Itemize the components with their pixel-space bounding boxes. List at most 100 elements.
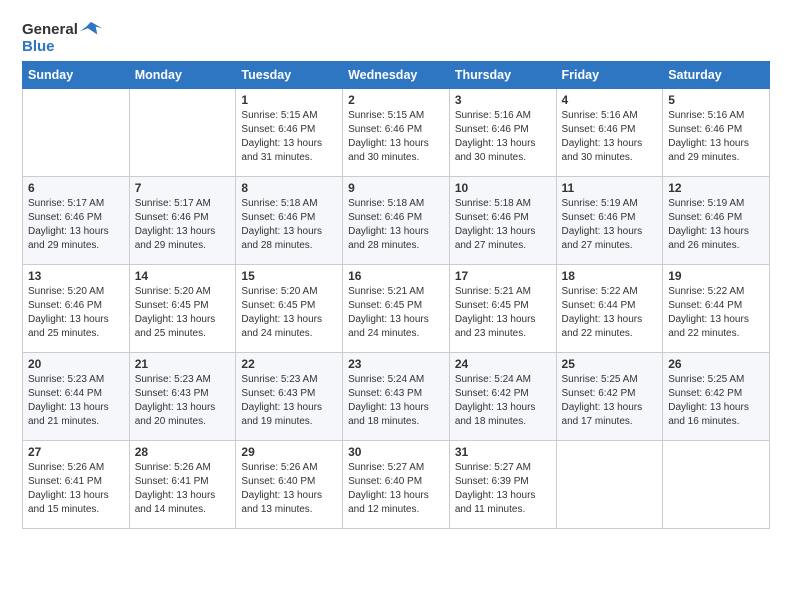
day-number: 3: [455, 93, 551, 107]
day-info: Sunrise: 5:25 AM Sunset: 6:42 PM Dayligh…: [668, 373, 764, 429]
day-number: 18: [562, 269, 658, 283]
day-number: 7: [135, 181, 231, 195]
page: General Blue SundayMondayTuesdayWednesda…: [0, 0, 792, 612]
calendar-cell: 19 Sunrise: 5:22 AM Sunset: 6:44 PM Dayli…: [663, 265, 770, 353]
calendar-cell: 31 Sunrise: 5:27 AM Sunset: 6:39 PM Dayli…: [449, 441, 556, 529]
day-info: Sunrise: 5:27 AM Sunset: 6:39 PM Dayligh…: [455, 461, 551, 517]
calendar-cell: 5Sunrise: 5:16 AM Sunset: 6:46 PM Daylig…: [663, 89, 770, 177]
day-info: Sunrise: 5:23 AM Sunset: 6:44 PM Dayligh…: [28, 373, 124, 429]
day-number: 9: [348, 181, 444, 195]
calendar-cell: 25 Sunrise: 5:25 AM Sunset: 6:42 PM Dayli…: [556, 353, 663, 441]
day-number: 5: [668, 93, 764, 107]
logo-blue-text: Blue: [22, 38, 102, 55]
calendar-cell: 23 Sunrise: 5:24 AM Sunset: 6:43 PM Dayli…: [343, 353, 450, 441]
calendar-cell: 4Sunrise: 5:16 AM Sunset: 6:46 PM Daylig…: [556, 89, 663, 177]
day-number: 16: [348, 269, 444, 283]
calendar-cell: 7 Sunrise: 5:17 AM Sunset: 6:46 PM Daylig…: [129, 177, 236, 265]
day-number: 27: [28, 445, 124, 459]
day-number: 28: [135, 445, 231, 459]
logo-general-text: General: [22, 21, 78, 38]
day-info: Sunrise: 5:18 AM Sunset: 6:46 PM Dayligh…: [455, 197, 551, 253]
day-info: Sunrise: 5:18 AM Sunset: 6:46 PM Dayligh…: [241, 197, 337, 253]
calendar-cell: [663, 441, 770, 529]
day-info: Sunrise: 5:22 AM Sunset: 6:44 PM Dayligh…: [668, 285, 764, 341]
day-number: 1: [241, 93, 337, 107]
weekday-header-saturday: Saturday: [663, 62, 770, 89]
calendar-cell: 16 Sunrise: 5:21 AM Sunset: 6:45 PM Dayli…: [343, 265, 450, 353]
header: General Blue: [22, 18, 770, 55]
day-info: Sunrise: 5:22 AM Sunset: 6:44 PM Dayligh…: [562, 285, 658, 341]
day-number: 19: [668, 269, 764, 283]
day-number: 30: [348, 445, 444, 459]
day-number: 24: [455, 357, 551, 371]
calendar-cell: 30 Sunrise: 5:27 AM Sunset: 6:40 PM Dayli…: [343, 441, 450, 529]
day-info: Sunrise: 5:15 AM Sunset: 6:46 PM Dayligh…: [348, 109, 444, 165]
weekday-header-tuesday: Tuesday: [236, 62, 343, 89]
day-info: Sunrise: 5:15 AM Sunset: 6:46 PM Dayligh…: [241, 109, 337, 165]
day-number: 26: [668, 357, 764, 371]
day-info: Sunrise: 5:17 AM Sunset: 6:46 PM Dayligh…: [135, 197, 231, 253]
day-info: Sunrise: 5:21 AM Sunset: 6:45 PM Dayligh…: [455, 285, 551, 341]
calendar-cell: 9Sunrise: 5:18 AM Sunset: 6:46 PM Daylig…: [343, 177, 450, 265]
day-number: 20: [28, 357, 124, 371]
calendar-cell: 12 Sunrise: 5:19 AM Sunset: 6:46 PM Dayli…: [663, 177, 770, 265]
day-info: Sunrise: 5:16 AM Sunset: 6:46 PM Dayligh…: [455, 109, 551, 165]
calendar-cell: 18 Sunrise: 5:22 AM Sunset: 6:44 PM Dayli…: [556, 265, 663, 353]
calendar-cell: 14Sunrise: 5:20 AM Sunset: 6:45 PM Dayli…: [129, 265, 236, 353]
calendar-cell: 3 Sunrise: 5:16 AM Sunset: 6:46 PM Daylig…: [449, 89, 556, 177]
calendar-cell: [23, 89, 130, 177]
calendar-cell: 22 Sunrise: 5:23 AM Sunset: 6:43 PM Dayli…: [236, 353, 343, 441]
day-number: 21: [135, 357, 231, 371]
day-info: Sunrise: 5:23 AM Sunset: 6:43 PM Dayligh…: [135, 373, 231, 429]
day-info: Sunrise: 5:19 AM Sunset: 6:46 PM Dayligh…: [562, 197, 658, 253]
weekday-header-thursday: Thursday: [449, 62, 556, 89]
calendar-cell: [556, 441, 663, 529]
day-info: Sunrise: 5:25 AM Sunset: 6:42 PM Dayligh…: [562, 373, 658, 429]
calendar-week-row: 1 Sunrise: 5:15 AM Sunset: 6:46 PM Daylig…: [23, 89, 770, 177]
day-info: Sunrise: 5:21 AM Sunset: 6:45 PM Dayligh…: [348, 285, 444, 341]
calendar-cell: 6Sunrise: 5:17 AM Sunset: 6:46 PM Daylig…: [23, 177, 130, 265]
day-info: Sunrise: 5:19 AM Sunset: 6:46 PM Dayligh…: [668, 197, 764, 253]
day-number: 29: [241, 445, 337, 459]
day-number: 11: [562, 181, 658, 195]
calendar-cell: 21 Sunrise: 5:23 AM Sunset: 6:43 PM Dayli…: [129, 353, 236, 441]
weekday-header-sunday: Sunday: [23, 62, 130, 89]
weekday-header-friday: Friday: [556, 62, 663, 89]
calendar-cell: 11 Sunrise: 5:19 AM Sunset: 6:46 PM Dayli…: [556, 177, 663, 265]
day-number: 8: [241, 181, 337, 195]
calendar-cell: 20 Sunrise: 5:23 AM Sunset: 6:44 PM Dayli…: [23, 353, 130, 441]
logo: General Blue: [22, 18, 102, 55]
calendar-cell: 2 Sunrise: 5:15 AM Sunset: 6:46 PM Daylig…: [343, 89, 450, 177]
day-number: 25: [562, 357, 658, 371]
day-info: Sunrise: 5:26 AM Sunset: 6:41 PM Dayligh…: [135, 461, 231, 517]
day-number: 22: [241, 357, 337, 371]
calendar-cell: 8 Sunrise: 5:18 AM Sunset: 6:46 PM Daylig…: [236, 177, 343, 265]
calendar-week-row: 27 Sunrise: 5:26 AM Sunset: 6:41 PM Dayli…: [23, 441, 770, 529]
day-number: 17: [455, 269, 551, 283]
calendar-cell: [129, 89, 236, 177]
day-number: 6: [28, 181, 124, 195]
day-number: 23: [348, 357, 444, 371]
day-info: Sunrise: 5:20 AM Sunset: 6:45 PM Dayligh…: [241, 285, 337, 341]
day-number: 31: [455, 445, 551, 459]
calendar-cell: 13Sunrise: 5:20 AM Sunset: 6:46 PM Dayli…: [23, 265, 130, 353]
calendar-cell: 28 Sunrise: 5:26 AM Sunset: 6:41 PM Dayli…: [129, 441, 236, 529]
calendar-week-row: 20 Sunrise: 5:23 AM Sunset: 6:44 PM Dayli…: [23, 353, 770, 441]
day-info: Sunrise: 5:23 AM Sunset: 6:43 PM Dayligh…: [241, 373, 337, 429]
day-info: Sunrise: 5:26 AM Sunset: 6:41 PM Dayligh…: [28, 461, 124, 517]
calendar-cell: 27 Sunrise: 5:26 AM Sunset: 6:41 PM Dayli…: [23, 441, 130, 529]
day-number: 15: [241, 269, 337, 283]
day-info: Sunrise: 5:27 AM Sunset: 6:40 PM Dayligh…: [348, 461, 444, 517]
weekday-header-monday: Monday: [129, 62, 236, 89]
day-info: Sunrise: 5:24 AM Sunset: 6:42 PM Dayligh…: [455, 373, 551, 429]
calendar-week-row: 13Sunrise: 5:20 AM Sunset: 6:46 PM Dayli…: [23, 265, 770, 353]
weekday-header-wednesday: Wednesday: [343, 62, 450, 89]
day-info: Sunrise: 5:20 AM Sunset: 6:46 PM Dayligh…: [28, 285, 124, 341]
day-info: Sunrise: 5:24 AM Sunset: 6:43 PM Dayligh…: [348, 373, 444, 429]
calendar-cell: 24 Sunrise: 5:24 AM Sunset: 6:42 PM Dayli…: [449, 353, 556, 441]
day-number: 2: [348, 93, 444, 107]
day-number: 10: [455, 181, 551, 195]
day-number: 12: [668, 181, 764, 195]
calendar-cell: 17 Sunrise: 5:21 AM Sunset: 6:45 PM Dayli…: [449, 265, 556, 353]
calendar-cell: 29Sunrise: 5:26 AM Sunset: 6:40 PM Dayli…: [236, 441, 343, 529]
